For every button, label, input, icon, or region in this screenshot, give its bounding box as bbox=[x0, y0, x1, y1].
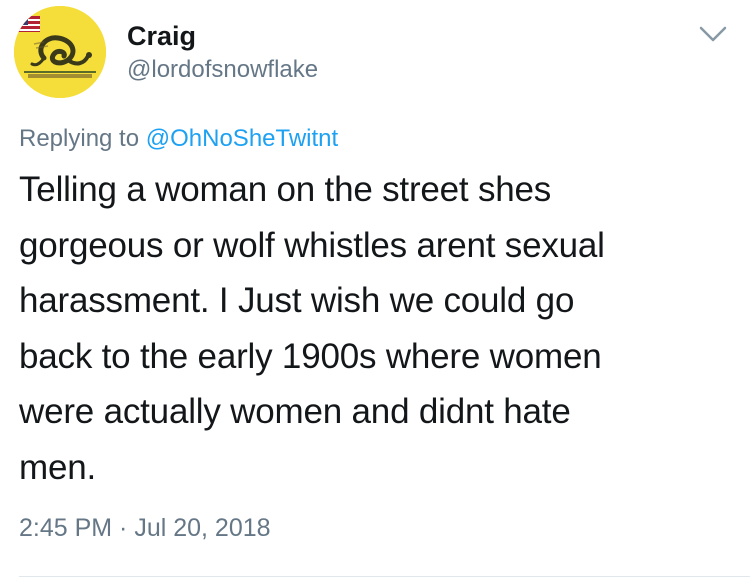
tweet-text-line: Telling a woman on the street shes bbox=[19, 170, 552, 209]
dont-tread-on-me-flag-icon bbox=[14, 6, 106, 98]
replying-to-prefix: Replying to bbox=[19, 125, 140, 152]
tweet-timestamp[interactable]: 2:45 PM · Jul 20, 2018 bbox=[19, 512, 271, 544]
replying-to: Replying to @OhNoSheTwitnt bbox=[19, 124, 338, 154]
chevron-down-icon[interactable] bbox=[696, 20, 730, 48]
tweet-text-line: harassment. I Just wish we could go bbox=[19, 281, 575, 320]
tweet-text-line: back to the early 1900s where women bbox=[19, 336, 602, 376]
tweet-text: Telling a woman on the street shes gorge… bbox=[19, 162, 731, 495]
tweet-text-line: were actually women and didnt hate bbox=[19, 392, 571, 431]
tweet-text-line: gorgeous or wolf whistles arent sexual bbox=[19, 225, 605, 265]
tweet-text-line: men. bbox=[19, 447, 97, 487]
reply-mention-link[interactable]: @OhNoSheTwitnt bbox=[146, 125, 338, 152]
author-handle[interactable]: @lordofsnowflake bbox=[127, 55, 318, 85]
avatar[interactable] bbox=[14, 6, 106, 98]
author-display-name[interactable]: Craig bbox=[127, 20, 196, 52]
divider bbox=[19, 576, 750, 577]
